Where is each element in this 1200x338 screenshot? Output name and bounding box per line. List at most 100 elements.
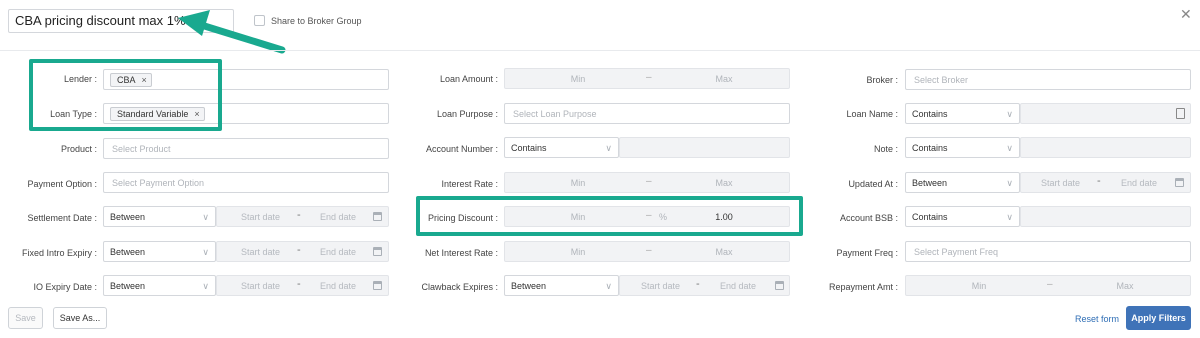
clawback-expires-mode-value: Between — [511, 281, 547, 291]
range-dash: - — [297, 244, 301, 256]
min-placeholder: Min — [971, 281, 987, 291]
clawback-expires-label: Clawback Expires : — [421, 282, 498, 292]
updated-at-mode-select[interactable]: Between ∨ — [905, 172, 1020, 193]
max-placeholder: Max — [1116, 281, 1134, 291]
note-label: Note : — [873, 144, 898, 154]
calendar-icon[interactable] — [373, 247, 382, 256]
io-expiry-date-label: IO Expiry Date : — [33, 282, 97, 292]
range-dash: – — [646, 245, 652, 256]
range-dash: - — [297, 278, 301, 290]
start-date-placeholder: Start date — [241, 247, 281, 257]
io-expiry-date-range[interactable]: Start date - End date — [216, 275, 389, 296]
clawback-expires-mode-select[interactable]: Between ∨ — [504, 275, 619, 296]
io-expiry-date-mode-select[interactable]: Between ∨ — [103, 275, 216, 296]
fixed-intro-expiry-label: Fixed Intro Expiry : — [21, 248, 97, 258]
fixed-intro-expiry-mode-select[interactable]: Between ∨ — [103, 241, 216, 262]
account-number-input[interactable] — [619, 137, 790, 158]
clawback-expires-range[interactable]: Start date - End date — [619, 275, 790, 296]
end-date-placeholder: End date — [320, 247, 357, 257]
loan-name-mode-value: Contains — [912, 109, 948, 119]
account-bsb-label: Account BSB : — [839, 213, 898, 223]
note-input[interactable] — [1020, 137, 1191, 158]
broker-select[interactable]: Select Broker — [905, 69, 1191, 90]
save-button[interactable]: Save — [8, 307, 43, 329]
end-date-placeholder: End date — [320, 212, 357, 222]
repayment-amt-label: Repayment Amt : — [828, 282, 898, 292]
max-placeholder: Max — [715, 178, 733, 188]
updated-at-range[interactable]: Start date - End date — [1020, 172, 1191, 193]
apply-filters-button[interactable]: Apply Filters — [1126, 306, 1191, 330]
net-interest-rate-label: Net Interest Rate : — [424, 248, 498, 258]
broker-label: Broker : — [866, 75, 898, 85]
calendar-icon[interactable] — [373, 281, 382, 290]
start-date-placeholder: Start date — [1041, 178, 1081, 188]
io-expiry-date-mode-value: Between — [110, 281, 146, 291]
calendar-icon[interactable] — [1175, 178, 1184, 187]
settlement-date-label: Settlement Date : — [27, 213, 97, 223]
chevron-down-icon: ∨ — [605, 143, 612, 153]
range-dash: - — [297, 209, 301, 221]
min-placeholder: Min — [570, 178, 586, 188]
close-icon[interactable]: ✕ — [1180, 6, 1192, 22]
payment-freq-placeholder: Select Payment Freq — [914, 247, 999, 257]
loan-amount-label: Loan Amount : — [439, 74, 498, 84]
end-date-placeholder: End date — [720, 281, 757, 291]
reset-form-link[interactable]: Reset form — [1075, 313, 1119, 325]
payment-option-label: Payment Option : — [27, 179, 97, 189]
range-dash: – — [646, 176, 652, 187]
start-date-placeholder: Start date — [641, 281, 681, 291]
product-label: Product : — [60, 144, 97, 154]
max-placeholder: Max — [715, 74, 733, 84]
calendar-icon[interactable] — [373, 212, 382, 221]
account-bsb-mode-select[interactable]: Contains ∨ — [905, 206, 1020, 227]
end-date-placeholder: End date — [1121, 178, 1158, 188]
save-as-button[interactable]: Save As... — [53, 307, 107, 329]
fixed-intro-expiry-mode-value: Between — [110, 247, 146, 257]
loan-purpose-select[interactable]: Select Loan Purpose — [504, 103, 790, 124]
loan-name-input[interactable] — [1020, 103, 1191, 124]
range-dash: – — [1047, 279, 1053, 290]
range-dash: - — [696, 278, 700, 290]
chevron-down-icon: ∨ — [202, 247, 209, 257]
broker-placeholder: Select Broker — [914, 75, 969, 85]
chevron-down-icon: ∨ — [1006, 109, 1013, 119]
loan-purpose-placeholder: Select Loan Purpose — [513, 109, 597, 119]
list-icon[interactable] — [1176, 108, 1185, 119]
account-bsb-mode-value: Contains — [912, 212, 948, 222]
chevron-down-icon: ∨ — [202, 281, 209, 291]
account-bsb-input[interactable] — [1020, 206, 1191, 227]
min-placeholder: Min — [570, 247, 586, 257]
repayment-amt-range[interactable]: Min – Max — [905, 275, 1191, 296]
chevron-down-icon: ∨ — [1006, 212, 1013, 222]
updated-at-mode-value: Between — [912, 178, 948, 188]
min-placeholder: Min — [570, 74, 586, 84]
fixed-intro-expiry-range[interactable]: Start date - End date — [216, 241, 389, 262]
net-interest-rate-range[interactable]: Min – Max — [504, 241, 790, 262]
note-mode-select[interactable]: Contains ∨ — [905, 137, 1020, 158]
payment-option-placeholder: Select Payment Option — [112, 178, 205, 188]
highlight-pricing-discount — [416, 196, 803, 236]
product-placeholder: Select Product — [112, 144, 171, 154]
start-date-placeholder: Start date — [241, 212, 281, 222]
interest-rate-range[interactable]: Min – Max — [504, 172, 790, 193]
loan-name-label: Loan Name : — [846, 109, 898, 119]
account-number-mode-select[interactable]: Contains ∨ — [504, 137, 619, 158]
settlement-date-range[interactable]: Start date - End date — [216, 206, 389, 227]
payment-freq-label: Payment Freq : — [836, 248, 898, 258]
loan-amount-range[interactable]: Min – Max — [504, 68, 790, 89]
payment-freq-select[interactable]: Select Payment Freq — [905, 241, 1191, 262]
loan-name-mode-select[interactable]: Contains ∨ — [905, 103, 1020, 124]
max-placeholder: Max — [715, 247, 733, 257]
range-dash: - — [1097, 175, 1101, 187]
payment-option-select[interactable]: Select Payment Option — [103, 172, 389, 193]
end-date-placeholder: End date — [320, 281, 357, 291]
highlight-lender-loan-type — [29, 59, 222, 131]
product-select[interactable]: Select Product — [103, 138, 389, 159]
settlement-date-mode-select[interactable]: Between ∨ — [103, 206, 216, 227]
arrow-annotation — [178, 10, 286, 54]
account-number-label: Account Number : — [425, 144, 498, 154]
chevron-down-icon: ∨ — [1006, 143, 1013, 153]
calendar-icon[interactable] — [775, 281, 784, 290]
loan-purpose-label: Loan Purpose : — [436, 109, 498, 119]
range-dash: – — [646, 72, 652, 83]
